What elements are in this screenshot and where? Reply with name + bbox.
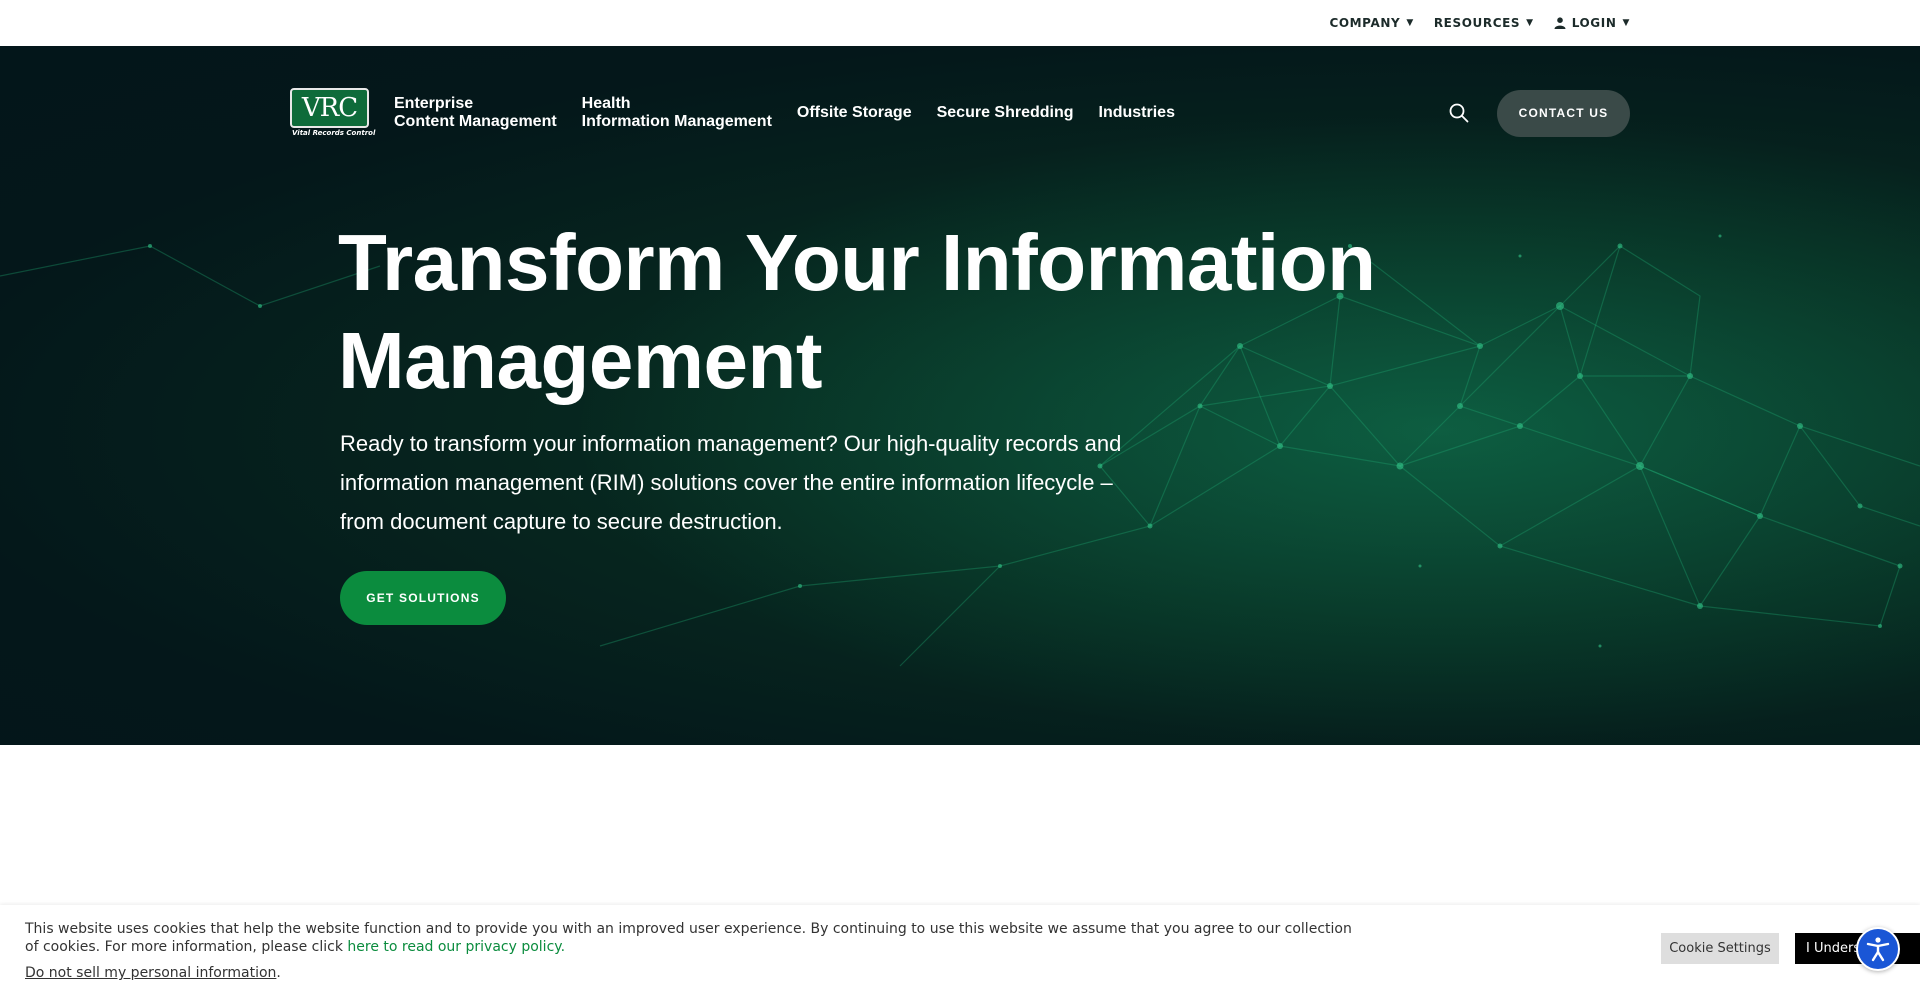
nav-links: Enterprise Content Management Health Inf… (394, 95, 1175, 131)
utility-nav: COMPANY ▼ RESOURCES ▼ LOGIN ▼ (1329, 0, 1630, 46)
caret-down-icon: ▼ (1526, 18, 1534, 28)
main-nav: VRC Vital Records Control Enterprise Con… (290, 88, 1630, 138)
hero-title-line: Management (338, 316, 822, 405)
nav-industries[interactable]: Industries (1099, 104, 1175, 122)
nav-actions: CONTACT US (1447, 88, 1630, 138)
resources-menu-label: RESOURCES (1433, 16, 1521, 30)
cookie-message: This website uses cookies that help the … (25, 920, 1355, 956)
accessibility-icon (1866, 937, 1890, 962)
accessibility-button[interactable] (1856, 927, 1900, 971)
nav-label: Health (581, 95, 631, 112)
cookie-banner: This website uses cookies that help the … (0, 905, 1920, 993)
login-menu-label: LOGIN (1571, 16, 1617, 30)
get-solutions-button[interactable]: GET SOLUTIONS (340, 571, 506, 625)
user-icon (1554, 17, 1566, 29)
caret-down-icon: ▼ (1406, 18, 1414, 28)
company-menu-label: COMPANY (1329, 16, 1401, 30)
login-menu[interactable]: LOGIN ▼ (1554, 16, 1630, 30)
search-icon (1449, 103, 1469, 123)
nav-secure-shredding[interactable]: Secure Shredding (937, 104, 1074, 122)
resources-menu[interactable]: RESOURCES ▼ (1434, 16, 1534, 30)
hero-title-line: Transform Your Information (338, 218, 1376, 307)
utility-bar: COMPANY ▼ RESOURCES ▼ LOGIN ▼ (0, 0, 1920, 46)
cookie-text: This website uses cookies that help the … (25, 921, 1352, 955)
caret-down-icon: ▼ (1622, 18, 1630, 28)
privacy-policy-link[interactable]: here to read our privacy policy. (347, 939, 565, 955)
hero-section: VRC Vital Records Control Enterprise Con… (0, 46, 1920, 745)
do-not-sell-suffix: . (276, 965, 281, 981)
nav-label: Offsite Storage (796, 104, 912, 121)
nav-health-information-management[interactable]: Health Information Management (582, 95, 772, 131)
logo-mark: VRC (290, 88, 369, 128)
nav-label: Content Management (394, 113, 557, 130)
logo-tagline: Vital Records Control (292, 129, 376, 137)
logo-text: VRC (301, 93, 358, 123)
hero-title: Transform Your Information Management (338, 214, 1438, 410)
do-not-sell-link[interactable]: Do not sell my personal information (25, 965, 276, 981)
cookie-settings-button[interactable]: Cookie Settings (1661, 933, 1779, 964)
nav-enterprise-content-management[interactable]: Enterprise Content Management (394, 95, 557, 131)
hero-subtitle: Ready to transform your information mana… (340, 431, 1122, 534)
contact-us-button[interactable]: CONTACT US (1497, 89, 1630, 137)
vrc-logo[interactable]: VRC Vital Records Control (290, 88, 375, 138)
nav-label: Enterprise (394, 95, 474, 112)
search-button[interactable] (1447, 101, 1471, 125)
do-not-sell-row: Do not sell my personal information. (25, 965, 281, 981)
nav-label: Secure Shredding (936, 104, 1074, 121)
nav-offsite-storage[interactable]: Offsite Storage (797, 104, 912, 122)
nav-label: Information Management (581, 113, 772, 130)
nav-label: Industries (1098, 104, 1175, 121)
company-menu[interactable]: COMPANY ▼ (1329, 16, 1413, 30)
